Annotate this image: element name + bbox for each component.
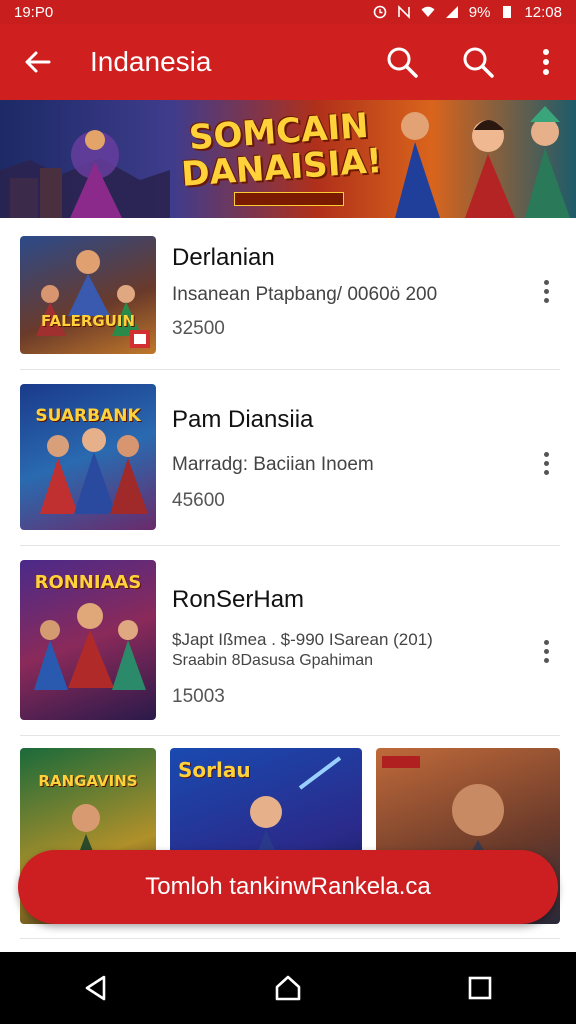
promo-banner[interactable]: SOMCAIN DANAISIA! bbox=[0, 100, 576, 218]
search-icon bbox=[463, 47, 494, 78]
item-count: 45600 bbox=[172, 490, 225, 511]
home-icon bbox=[275, 975, 301, 1001]
banner-subtitle-plate bbox=[234, 192, 344, 206]
battery-percent: 9% bbox=[468, 3, 491, 21]
item-description: Insanean Ptapbang/ 0060ö 200 bbox=[172, 284, 438, 305]
primary-action-button[interactable]: Tomloh tankinwRankela.ca bbox=[18, 850, 558, 924]
item-count: 32500 bbox=[172, 318, 225, 339]
nfc-icon bbox=[397, 5, 410, 19]
item-overflow-button[interactable] bbox=[536, 448, 556, 478]
search-icon bbox=[387, 47, 418, 78]
page-title: Indanesia bbox=[90, 46, 212, 77]
status-time-left: 19:P0 bbox=[14, 3, 54, 21]
item-title: Pam Diansiia bbox=[172, 406, 314, 433]
item-description-secondary: Sraabin 8Dasusa Gpahiman bbox=[172, 652, 374, 669]
item-description: Marradg: Baciian Inoem bbox=[172, 454, 374, 475]
tile-label: RANGAVINS bbox=[38, 772, 138, 790]
status-bar: 19:P0 9% 12:08 bbox=[0, 0, 576, 24]
item-count: 15003 bbox=[172, 686, 225, 707]
back-triangle-icon bbox=[85, 975, 106, 1001]
recents-square-icon bbox=[468, 976, 492, 1000]
list-item[interactable]: RONNIAAS RonSerHam $Japt Ißmea . $-990 I… bbox=[20, 546, 560, 736]
tile-label: Sorlau bbox=[178, 758, 251, 782]
search-button-secondary[interactable] bbox=[440, 24, 516, 100]
item-title: RonSerHam bbox=[172, 586, 305, 613]
battery-icon bbox=[503, 6, 512, 18]
clock-icon bbox=[373, 5, 387, 19]
divider bbox=[20, 938, 560, 939]
wifi-icon bbox=[421, 6, 435, 17]
signal-icon bbox=[445, 6, 458, 18]
game-thumbnail: RONNIAAS bbox=[20, 560, 156, 720]
game-list: FALERGUIN Derlanian Insanean Ptapbang/ 0… bbox=[20, 218, 560, 736]
list-item[interactable]: FALERGUIN Derlanian Insanean Ptapbang/ 0… bbox=[20, 218, 560, 370]
item-overflow-button[interactable] bbox=[536, 276, 556, 306]
more-vert-icon bbox=[543, 49, 549, 75]
overflow-menu-button[interactable] bbox=[516, 24, 576, 100]
item-description: $Japt Ißmea . $-990 ISarean (201) bbox=[172, 630, 433, 649]
item-overflow-button[interactable] bbox=[536, 636, 556, 666]
search-button[interactable] bbox=[364, 24, 440, 100]
nav-home-button[interactable] bbox=[248, 952, 328, 1024]
list-item[interactable]: SUARBANK Pam Diansiia Marradg: Baciian I… bbox=[20, 370, 560, 546]
nav-back-button[interactable] bbox=[56, 952, 136, 1024]
banner-title: SOMCAIN DANAISIA! bbox=[180, 105, 384, 195]
status-time-right: 12:08 bbox=[524, 3, 562, 21]
thumbnail-label: SUARBANK bbox=[35, 406, 141, 426]
nav-recents-button[interactable] bbox=[440, 952, 520, 1024]
app-bar: Indanesia bbox=[0, 24, 576, 100]
back-button[interactable] bbox=[0, 24, 76, 100]
thumbnail-art bbox=[36, 250, 150, 348]
item-title: Derlanian bbox=[172, 244, 275, 271]
game-thumbnail: FALERGUIN bbox=[20, 236, 156, 354]
status-icons: 9% 12:08 bbox=[373, 4, 562, 21]
arrow-back-icon bbox=[25, 51, 51, 73]
thumbnail-label: FALERGUIN bbox=[40, 312, 136, 330]
game-thumbnail: SUARBANK bbox=[20, 384, 156, 530]
system-nav-bar bbox=[0, 952, 576, 1024]
thumbnail-label: RONNIAAS bbox=[34, 572, 142, 593]
